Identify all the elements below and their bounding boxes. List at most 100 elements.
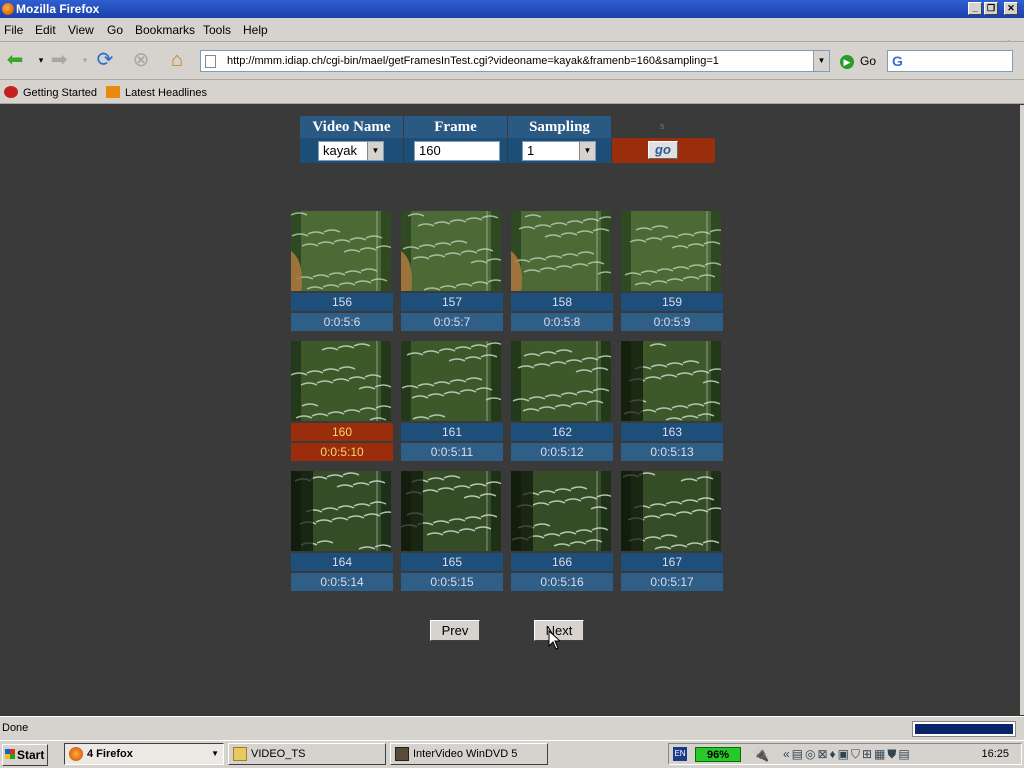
battery-indicator[interactable]: 96% [695, 747, 741, 762]
chevron-down-icon: ▼ [579, 142, 595, 160]
task-video-ts[interactable]: VIDEO_TS [228, 743, 386, 765]
frame-timestamp: 0:0:5:13 [621, 443, 723, 461]
header-frame: Frame [404, 116, 507, 138]
url-bar[interactable]: http://mmm.idiap.ch/cgi-bin/mael/getFram… [200, 50, 830, 72]
frame-thumbnail[interactable] [401, 471, 501, 551]
prev-button[interactable]: Prev [430, 620, 480, 641]
frame-timestamp: 0:0:5:15 [401, 573, 503, 591]
sampling-cell: 1 ▼ [508, 138, 611, 163]
task-windvd[interactable]: InterVideo WinDVD 5 [390, 743, 548, 765]
frame-thumbnail[interactable] [621, 471, 721, 551]
small-text: s [660, 121, 665, 131]
frame-timestamp: 0:0:5:8 [511, 313, 613, 331]
frame-item[interactable]: 156 0:0:5:6 [291, 211, 393, 331]
frame-number: 163 [621, 423, 723, 441]
frame-number: 164 [291, 553, 393, 571]
frame-item[interactable]: 167 0:0:5:17 [621, 471, 723, 591]
window-title: Mozilla Firefox [16, 2, 100, 16]
page-content [0, 105, 1020, 715]
start-label: Start [17, 748, 45, 762]
menu-file[interactable]: File [4, 23, 23, 37]
bookmark-getting-started[interactable]: Getting Started [4, 86, 97, 99]
frame-number: 165 [401, 553, 503, 571]
frame-item[interactable]: 165 0:0:5:15 [401, 471, 503, 591]
back-arrow-icon[interactable]: ⬅ [2, 47, 28, 73]
windows-logo-icon [5, 749, 15, 759]
menu-edit[interactable]: Edit [35, 23, 56, 37]
frame-item[interactable]: 166 0:0:5:16 [511, 471, 613, 591]
frame-thumbnail[interactable] [291, 211, 391, 291]
menu-tools[interactable]: Tools [203, 23, 231, 37]
frame-item[interactable]: 159 0:0:5:9 [621, 211, 723, 331]
frame-timestamp: 0:0:5:7 [401, 313, 503, 331]
task-label: VIDEO_TS [251, 748, 306, 760]
frame-number: 156 [291, 293, 393, 311]
home-icon[interactable]: ⌂ [164, 47, 190, 73]
frame-thumbnail[interactable] [621, 341, 721, 421]
video-name-select[interactable]: kayak ▼ [318, 141, 384, 161]
video-selection-form: Video Name Frame Sampling s kayak ▼ 160 … [300, 116, 720, 164]
task-firefox[interactable]: 4 Firefox ▼ [64, 743, 224, 765]
frame-number: 160 [291, 423, 393, 441]
taskbar: Start 4 Firefox ▼ VIDEO_TS InterVideo Win… [0, 740, 1024, 768]
frame-item[interactable]: 158 0:0:5:8 [511, 211, 613, 331]
video-name-cell: kayak ▼ [300, 138, 403, 163]
title-bar: Mozilla Firefox _ ❐ ✕ [0, 0, 1024, 18]
language-indicator[interactable]: EN [673, 747, 687, 761]
system-tray: EN 96% 🔌 «▤◎⊠♦▣⛉⊞▦⛊▤ 16:25 [668, 743, 1022, 765]
start-button[interactable]: Start [2, 744, 48, 766]
frame-thumbnail[interactable] [401, 211, 501, 291]
folder-icon [233, 747, 247, 761]
go-button[interactable]: ▶ Go [840, 54, 876, 69]
menu-bookmarks[interactable]: Bookmarks [135, 23, 195, 37]
frame-item[interactable]: 163 0:0:5:13 [621, 341, 723, 461]
frame-item[interactable]: 160 0:0:5:10 [291, 341, 393, 461]
status-text: Done [2, 722, 29, 734]
frame-thumbnail[interactable] [511, 211, 611, 291]
reload-icon[interactable]: ⟳ [92, 47, 118, 73]
frame-thumbnail[interactable] [291, 471, 391, 551]
submit-go-button[interactable]: go [648, 141, 678, 159]
restore-button[interactable]: ❐ [984, 2, 998, 15]
frame-item[interactable]: 162 0:0:5:12 [511, 341, 613, 461]
chevron-down-icon: ▼ [211, 749, 219, 758]
stop-icon[interactable]: ⊗ [128, 47, 154, 73]
menu-bar: File Edit View Go Bookmarks Tools Help [0, 18, 1024, 56]
frame-number: 167 [621, 553, 723, 571]
menu-go[interactable]: Go [107, 23, 123, 37]
firefox-icon [2, 3, 14, 15]
frame-item[interactable]: 164 0:0:5:14 [291, 471, 393, 591]
frame-thumbnail[interactable] [621, 211, 721, 291]
task-label: InterVideo WinDVD 5 [413, 748, 518, 760]
frame-item[interactable]: 161 0:0:5:11 [401, 341, 503, 461]
menu-help[interactable]: Help [243, 23, 268, 37]
task-label: 4 Firefox [87, 748, 133, 760]
tray-icons[interactable]: «▤◎⊠♦▣⛉⊞▦⛊▤ [783, 747, 912, 762]
bookmark-icon [4, 86, 18, 98]
menu-view[interactable]: View [68, 23, 94, 37]
frame-input[interactable]: 160 [414, 141, 500, 161]
search-box[interactable]: G [887, 50, 1013, 72]
header-sampling: Sampling [508, 116, 611, 138]
vertical-scrollbar[interactable] [1020, 105, 1024, 715]
bookmark-label: Latest Headlines [125, 87, 207, 99]
frame-thumbnail[interactable] [291, 341, 391, 421]
minimize-button[interactable]: _ [968, 2, 982, 15]
frame-thumbnail[interactable] [401, 341, 501, 421]
frame-number: 159 [621, 293, 723, 311]
frame-thumbnail[interactable] [511, 341, 611, 421]
go-label: Go [860, 54, 877, 68]
close-button[interactable]: ✕ [1004, 2, 1018, 15]
video-name-value: kayak [323, 143, 357, 158]
frame-number: 157 [401, 293, 503, 311]
frame-number: 161 [401, 423, 503, 441]
frame-thumbnail[interactable] [511, 471, 611, 551]
frame-number: 166 [511, 553, 613, 571]
bookmark-latest-headlines[interactable]: Latest Headlines [106, 86, 207, 99]
forward-arrow-icon[interactable]: ➡ [46, 47, 72, 73]
sampling-select[interactable]: 1 ▼ [522, 141, 596, 161]
chevron-down-icon: ▼ [367, 142, 383, 160]
bookmark-label: Getting Started [23, 87, 97, 99]
url-dropdown-icon[interactable]: ▼ [813, 51, 829, 71]
frame-item[interactable]: 157 0:0:5:7 [401, 211, 503, 331]
